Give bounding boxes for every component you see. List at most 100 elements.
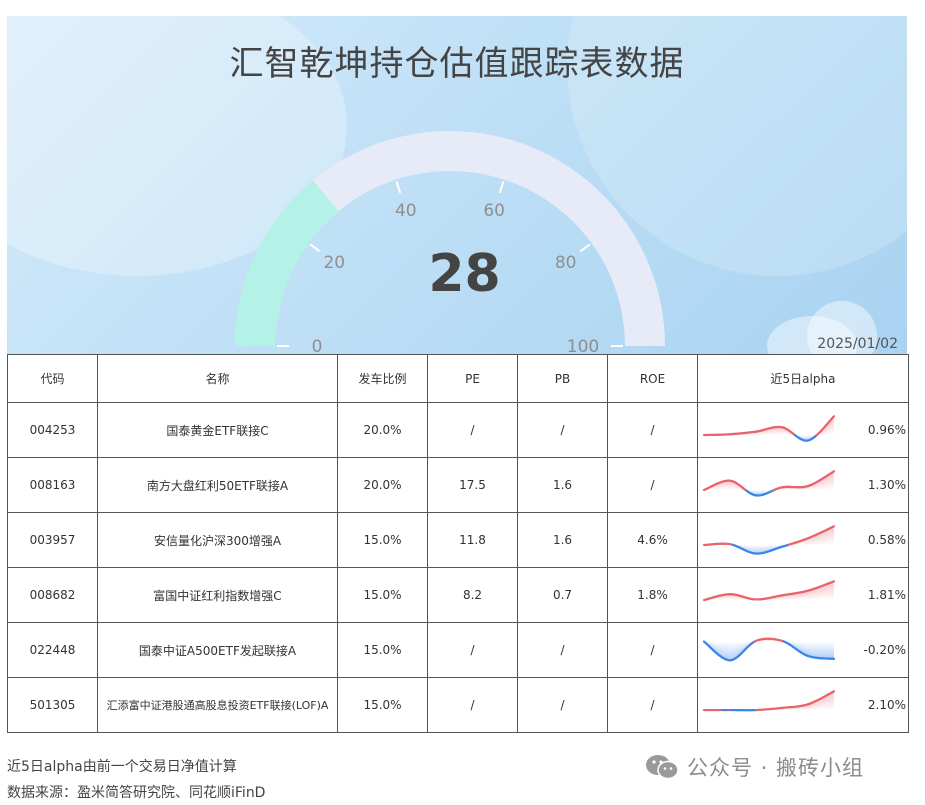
sparkline-area [809,641,812,657]
sparkline-area [826,694,828,711]
alpha-value: 1.30% [867,478,906,492]
fund-pb: / [517,622,608,678]
sparkline-area [722,641,725,659]
sparkline-area [759,545,761,554]
sparkline-area [731,641,734,661]
alpha-cell: 0.58% [697,512,909,568]
sparkline-area [830,692,832,711]
sparkline-area [824,530,827,546]
gauge-tick-label: 80 [555,253,577,273]
fund-pe: / [427,677,518,733]
sparkline-area [824,695,827,711]
sparkline-area [824,584,827,601]
alpha-cell: -0.20% [697,622,909,678]
sparkline-area [730,641,732,661]
sparkline-area [831,526,834,546]
sparkline-area [733,641,735,660]
fund-pe: / [427,402,518,458]
fund-name: 国泰黄金ETF联接C [97,402,338,458]
column-header-alpha: 近5日alpha [697,354,909,403]
sparkline-area [721,641,723,658]
fund-roe: / [607,457,698,513]
sparkline-area [830,582,832,601]
sparkline-area [827,641,830,659]
sparkline-area [833,691,834,711]
alpha-value: 1.81% [867,588,906,602]
fund-name: 国泰中证A500ETF发起联接A [97,622,338,678]
table-row: 008682 富国中证红利指数增强C 15.0% 8.2 0.7 1.8% 1.… [7,567,909,623]
fund-roe: / [607,622,698,678]
alpha-cell: 0.96% [697,402,909,458]
sparkline-area [726,641,729,661]
fund-code: 003957 [7,512,98,568]
gauge-tick-label: 60 [483,201,505,221]
sparkline-area [756,545,758,554]
sparkline-area [730,480,732,491]
fund-pe: / [427,622,518,678]
sparkline-area [827,474,830,491]
sparkline-area [808,641,810,657]
fund-roe: / [607,402,698,458]
fund-code: 004253 [7,402,98,458]
sparkline-area [818,586,821,601]
fund-name: 汇添富中证港股通高股息投资ETF联接(LOF)A [97,677,338,733]
sparkline-area [830,527,832,546]
alpha-sparkline [702,580,836,602]
fund-code: 008682 [7,567,98,623]
sparkline-area [827,693,830,711]
sparkline-area [831,581,834,601]
table-row: 004253 国泰黄金ETF联接C 20.0% / / / 0.96% [7,402,909,458]
sparkline-area [728,480,730,491]
sparkline-area [829,582,831,601]
fund-roe: 4.6% [607,512,698,568]
gauge-tick-label: 100 [567,337,599,354]
gauge-banner: 汇智乾坤持仓估值跟踪表数据 0 20 40 60 80 100 28 2025/01/02 [7,16,907,354]
column-header-roe: ROE [607,354,698,403]
sparkline-area [826,641,828,659]
sparkline-area [757,545,760,554]
sparkline-area [830,641,832,659]
fund-roe: / [607,677,698,733]
fund-pb: 1.6 [517,512,608,568]
brand-text: 公众号 · 搬砖小组 [687,756,865,780]
gauge-tick [498,181,505,194]
alpha-cell: 1.30% [697,457,909,513]
sparkline-area [829,641,831,659]
sparkline-segment [831,415,836,419]
sparkline-area [827,583,830,601]
sparkline-area [804,641,807,656]
gauge-value: 28 [428,244,501,304]
sparkline-segment [831,470,836,473]
sparkline-area [820,531,823,546]
sparkline-area [816,641,819,659]
sparkline-area [726,480,729,491]
sparkline-area [831,691,834,711]
sparkline-area [777,426,779,436]
table-row: 022448 国泰中证A500ETF发起联接A 15.0% / / / -0.2… [7,622,909,678]
sparkline-area [778,426,781,436]
date-label: 2025/01/02 [817,336,898,352]
sparkline-area [816,587,819,601]
fund-name: 南方大盘红利50ETF联接A [97,457,338,513]
alpha-cell: 2.10% [697,677,909,733]
fund-code: 022448 [7,622,98,678]
sparkline-area [831,641,834,659]
wechat-icon [646,755,679,780]
sparkline-area [724,641,727,660]
sparkline-area [811,641,814,658]
gauge-tick [579,243,591,253]
sparkline-area [815,587,817,601]
sparkline-area [724,480,727,491]
table-row: 008163 南方大盘红利50ETF联接A 20.0% 17.5 1.6 / 1… [7,457,909,513]
gauge-tick [395,181,402,194]
sparkline-area [827,528,830,546]
sparkline-area [754,545,756,554]
fund-ratio: 20.0% [337,457,428,513]
fund-roe: 1.8% [607,567,698,623]
sparkline-area [813,641,816,658]
sparkline-area [813,588,816,601]
alpha-sparkline [702,415,836,442]
sparkline-area [833,581,834,601]
alpha-sparkline [702,470,836,497]
sparkline-area [833,471,834,491]
